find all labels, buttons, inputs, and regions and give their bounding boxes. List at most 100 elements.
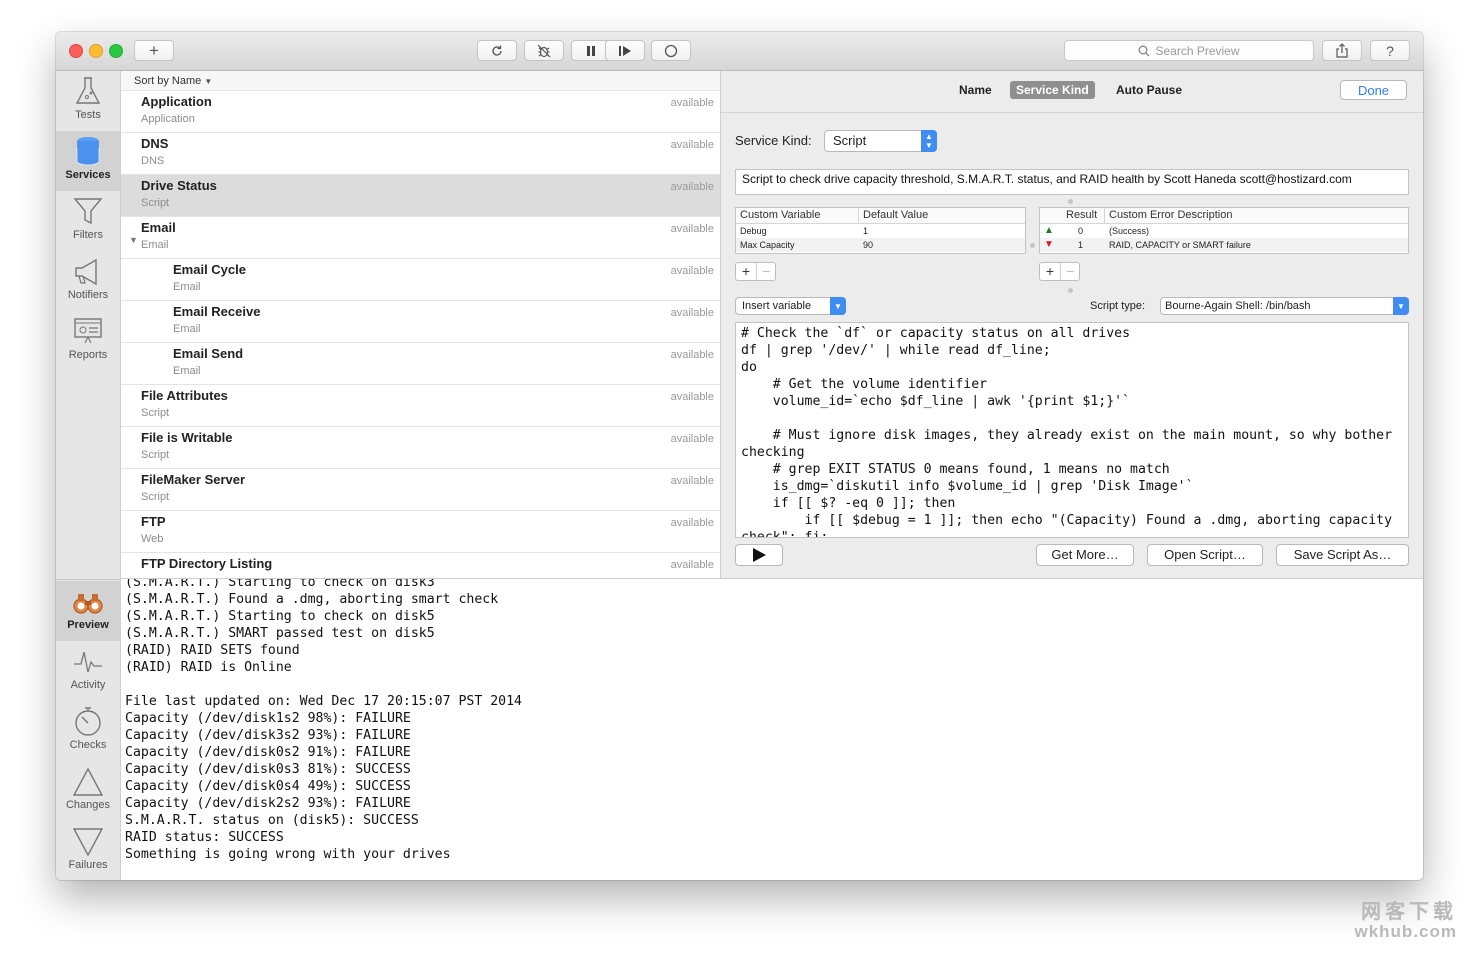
search-input[interactable]: Search Preview xyxy=(1064,40,1314,61)
service-row[interactable]: FTP Web available xyxy=(121,511,720,553)
column-header: Default Value xyxy=(863,209,929,221)
watermark-line2: wkhub.com xyxy=(1354,922,1457,941)
service-row[interactable]: Drive Status Script available xyxy=(121,175,720,217)
get-more-button[interactable]: Get More… xyxy=(1036,544,1134,566)
service-row[interactable]: Email Cycle Email available xyxy=(121,259,720,301)
disclosure-triangle-icon[interactable]: ▼ xyxy=(129,235,138,245)
remove-result-button[interactable]: − xyxy=(1061,263,1080,280)
table-row[interactable]: Debug 1 xyxy=(736,224,1025,238)
nav-label: Services xyxy=(65,169,111,181)
nav-item-activity[interactable]: Activity xyxy=(56,641,120,701)
resize-handle[interactable] xyxy=(1068,288,1073,293)
service-name: Email Receive xyxy=(173,304,261,319)
service-status: available xyxy=(670,517,714,529)
nav-item-services[interactable]: Services xyxy=(56,131,120,191)
description-text: Script to check drive capacity threshold… xyxy=(742,172,1352,186)
table-row[interactable]: Max Capacity 90 xyxy=(736,238,1025,252)
service-kind: Email xyxy=(173,365,201,377)
service-status: available xyxy=(670,307,714,319)
nav-item-reports[interactable]: Reports xyxy=(56,311,120,371)
debug-off-button[interactable] xyxy=(524,40,564,61)
table-row[interactable]: ▲ 0 (Success) xyxy=(1040,224,1408,238)
service-row[interactable]: Email Send Email available xyxy=(121,343,720,385)
add-variable-button[interactable]: + xyxy=(736,263,757,280)
service-row[interactable]: FileMaker Server Script available xyxy=(121,469,720,511)
red-down-triangle-icon: ▼ xyxy=(1044,239,1054,250)
preview-console[interactable]: (S.M.A.R.T.) Starting to check on disk3 … xyxy=(121,578,1423,880)
service-name: Email Cycle xyxy=(173,262,246,277)
resume-button[interactable] xyxy=(605,40,645,61)
nav-label: Reports xyxy=(68,349,108,361)
nav-item-checks[interactable]: Checks xyxy=(56,701,120,761)
add-result-button[interactable]: + xyxy=(1040,263,1061,280)
nav-item-notifiers[interactable]: Notifiers xyxy=(56,251,120,311)
zoom-window-button[interactable] xyxy=(109,44,123,58)
service-name: DNS xyxy=(141,136,169,151)
service-row[interactable]: DNS DNS available xyxy=(121,133,720,175)
service-row[interactable]: Application Application available xyxy=(121,91,720,133)
close-window-button[interactable] xyxy=(69,44,83,58)
service-kind-select[interactable]: Script ▲ ▼ xyxy=(824,130,937,152)
script-type-select[interactable]: Bourne-Again Shell: /bin/bash ▼ xyxy=(1160,297,1409,315)
tab-auto-pause[interactable]: Auto Pause xyxy=(1110,81,1188,99)
inverted-triangle-icon xyxy=(72,828,104,857)
result-description: (Success) xyxy=(1109,226,1150,236)
service-status: available xyxy=(670,559,714,571)
services-list: Sort by Name ▼ Application Application ava… xyxy=(121,71,721,578)
table-row[interactable]: ▼ 1 RAID, CAPACITY or SMART failure xyxy=(1040,238,1408,252)
script-editor[interactable]: # Check the `df` or capacity status on a… xyxy=(735,322,1409,538)
column-header: Custom Error Description xyxy=(1109,209,1233,221)
nav-item-changes[interactable]: Changes xyxy=(56,761,120,821)
nav-item-preview[interactable]: Preview xyxy=(56,581,120,641)
watermark: 网客下载 wkhub.com xyxy=(1354,902,1457,942)
done-button[interactable]: Done xyxy=(1340,80,1407,100)
service-status: available xyxy=(670,475,714,487)
service-kind: Email xyxy=(173,281,201,293)
script-type-value: Bourne-Again Shell: /bin/bash xyxy=(1165,300,1311,312)
open-script-button[interactable]: Open Script… xyxy=(1147,544,1263,566)
record-button[interactable] xyxy=(651,40,691,61)
help-button[interactable]: ? xyxy=(1370,40,1410,61)
save-script-as-button[interactable]: Save Script As… xyxy=(1276,544,1409,566)
script-text: # Check the `df` or capacity status on a… xyxy=(741,326,1393,538)
tab-service-kind[interactable]: Service Kind xyxy=(1010,81,1095,99)
tab-name[interactable]: Name xyxy=(953,81,998,99)
nav-item-failures[interactable]: Failures xyxy=(56,821,120,880)
service-row[interactable]: File is Writable Script available xyxy=(121,427,720,469)
activity-icon xyxy=(74,651,102,673)
chevron-down-icon: ▼ xyxy=(830,297,846,315)
add-button[interactable]: + xyxy=(134,40,174,61)
minimize-window-button[interactable] xyxy=(89,44,103,58)
service-row[interactable]: FTP Directory Listing available xyxy=(121,553,720,578)
column-header: Custom Variable xyxy=(740,209,821,221)
service-status: available xyxy=(670,391,714,403)
results-table: Result Custom Error Description ▲ 0 (Suc… xyxy=(1039,207,1409,254)
sort-label: Sort by Name xyxy=(134,75,202,87)
nav-label: Filters xyxy=(73,229,103,241)
service-row[interactable]: Email Receive Email available xyxy=(121,301,720,343)
share-button[interactable] xyxy=(1322,40,1362,61)
megaphone-icon xyxy=(75,258,97,286)
service-row[interactable]: ▼ Email Email available xyxy=(121,217,720,259)
service-kind: Script xyxy=(141,197,170,209)
service-row[interactable]: File Attributes Script available xyxy=(121,385,720,427)
bug-off-icon xyxy=(537,44,551,57)
nav-item-filters[interactable]: Filters xyxy=(56,191,120,251)
insert-variable-select[interactable]: Insert variable ▼ xyxy=(735,297,846,315)
watermark-line1: 网客下载 xyxy=(1361,901,1457,923)
search-icon xyxy=(1139,45,1150,56)
sort-menu[interactable]: Sort by Name ▼ xyxy=(121,71,720,91)
service-kind-label: Service Kind: xyxy=(735,133,812,148)
service-name: Drive Status xyxy=(141,178,217,193)
funnel-icon xyxy=(73,198,103,225)
green-up-triangle-icon: ▲ xyxy=(1044,225,1054,236)
service-description[interactable]: Script to check drive capacity threshold… xyxy=(735,169,1409,195)
run-script-button[interactable] xyxy=(735,544,783,566)
share-icon xyxy=(1336,43,1348,58)
resize-handle[interactable] xyxy=(1030,243,1035,248)
resize-handle[interactable] xyxy=(1068,199,1073,204)
service-name: Email Send xyxy=(173,346,244,361)
remove-variable-button[interactable]: − xyxy=(757,263,776,280)
nav-item-tests[interactable]: Tests xyxy=(56,71,120,131)
refresh-button[interactable] xyxy=(477,40,517,61)
